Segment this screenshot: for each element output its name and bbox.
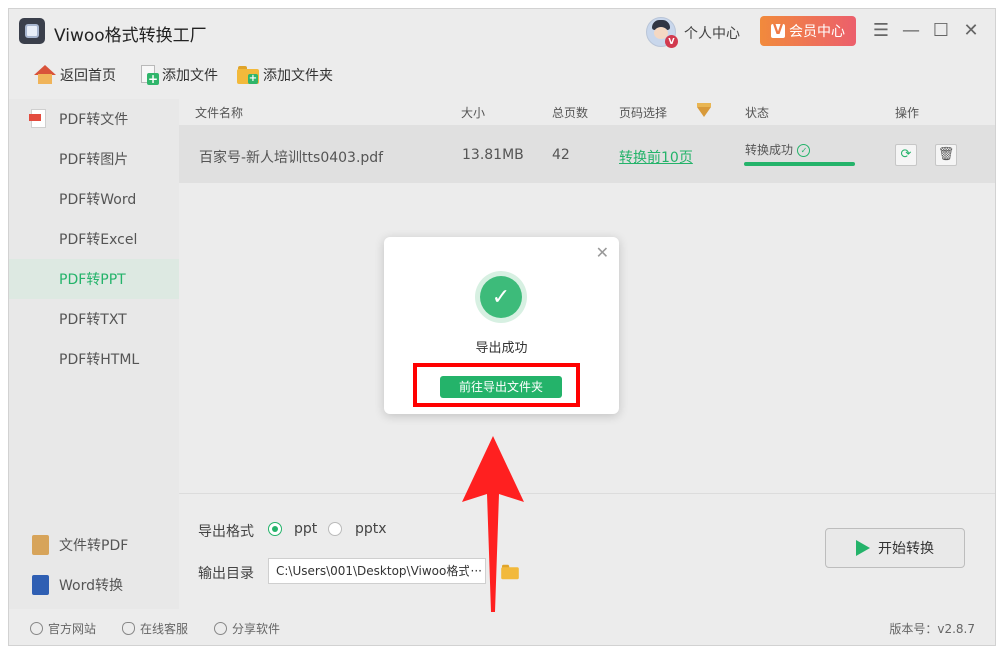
refresh-icon[interactable]: ⟳ <box>895 144 917 166</box>
app-logo-icon <box>19 18 45 44</box>
output-panel: 导出格式 ppt pptx 输出目录 C:\Users\001\Desktop\… <box>179 493 995 610</box>
file-to-pdf-icon <box>32 535 49 555</box>
sidebar-item-pdf-to-word[interactable]: PDF转Word <box>9 179 179 219</box>
sidebar-item-pdf-to-txt[interactable]: PDF转TXT <box>9 299 179 339</box>
file-name: 百家号-新人培训tts0403.pdf <box>199 150 384 166</box>
sidebar-item-label: PDF转文件 <box>59 112 129 128</box>
column-header-size: 大小 <box>461 106 486 120</box>
column-header-actions: 操作 <box>895 106 920 120</box>
play-icon <box>856 540 870 556</box>
share-label: 分享软件 <box>232 622 281 636</box>
export-format-label: 导出格式 <box>198 524 254 540</box>
sidebar-item-label: PDF转PPT <box>59 272 126 288</box>
add-file-icon: + <box>140 65 159 85</box>
sidebar-item-label: 文件转PDF <box>59 538 129 554</box>
delete-icon[interactable]: 🗑 <box>935 144 957 166</box>
support-link[interactable]: 在线客服 <box>122 620 188 637</box>
dialog-close-icon[interactable]: ✕ <box>596 243 609 262</box>
share-link[interactable]: 分享软件 <box>214 620 280 637</box>
sidebar-item-label: PDF转TXT <box>59 312 127 328</box>
file-pages: 42 <box>552 147 570 163</box>
highlight-box <box>413 363 580 407</box>
menu-icon[interactable]: ☰ <box>871 21 891 41</box>
headset-icon <box>122 622 135 635</box>
radio-pptx[interactable] <box>328 522 342 536</box>
start-convert-label: 开始转换 <box>878 541 934 557</box>
globe-icon <box>30 622 43 635</box>
annotation-arrow-icon <box>462 436 524 612</box>
column-header-name: 文件名称 <box>195 106 244 120</box>
status-text: 转换成功 <box>745 143 794 157</box>
table-header: 文件名称 大小 总页数 页码选择 状态 操作 <box>179 99 995 123</box>
diamond-icon <box>697 103 711 117</box>
start-convert-button[interactable]: 开始转换 <box>825 528 965 568</box>
status-bar: 官方网站 在线客服 分享软件 版本号：v2.8.7 <box>9 609 995 645</box>
home-button[interactable]: 返回首页 <box>34 65 116 85</box>
add-folder-button[interactable]: + 添加文件夹 <box>237 65 333 85</box>
success-check-icon: ✓ <box>480 276 522 318</box>
vip-icon: V <box>771 23 785 38</box>
user-center-link[interactable]: 个人中心 <box>684 23 740 43</box>
avatar-badge: V <box>665 35 678 48</box>
vip-center-label: 会员中心 <box>789 24 845 40</box>
add-folder-icon: + <box>237 66 259 84</box>
support-label: 在线客服 <box>140 622 189 636</box>
word-icon <box>32 575 49 595</box>
table-row[interactable]: 百家号-新人培训tts0403.pdf 13.81MB 42 转换前10页 转换… <box>179 125 995 183</box>
sidebar-item-label: PDF转图片 <box>59 152 129 168</box>
sidebar-item-label: PDF转HTML <box>59 352 140 368</box>
radio-ppt[interactable] <box>268 522 282 536</box>
file-size: 13.81MB <box>462 147 524 163</box>
add-file-button[interactable]: + 添加文件 <box>140 65 218 85</box>
sidebar-item-pdf-to-html[interactable]: PDF转HTML <box>9 339 179 379</box>
pdf-icon <box>29 109 46 128</box>
home-label: 返回首页 <box>60 68 116 84</box>
check-circle-icon: ✓ <box>797 143 811 157</box>
column-header-pages: 总页数 <box>552 106 589 120</box>
avatar[interactable]: V <box>646 17 678 48</box>
success-message: 导出成功 <box>475 341 528 356</box>
sidebar-item-label: PDF转Excel <box>59 232 138 248</box>
sidebar-item-label: PDF转Word <box>59 192 137 208</box>
close-icon[interactable]: ✕ <box>961 21 981 41</box>
vip-center-button[interactable]: V 会员中心 <box>760 16 856 46</box>
sidebar-item-file-to-pdf[interactable]: 文件转PDF <box>9 525 179 565</box>
sidebar-item-word-convert[interactable]: Word转换 <box>9 565 179 605</box>
sidebar-item-pdf-to-image[interactable]: PDF转图片 <box>9 139 179 179</box>
column-header-status: 状态 <box>745 106 770 120</box>
status-cell: 转换成功 ✓ <box>745 141 811 158</box>
column-header-page-select: 页码选择 <box>619 106 668 120</box>
output-dir-input[interactable]: C:\Users\001\Desktop\Viwoo格式 ··· <box>268 558 486 584</box>
output-dir-value: C:\Users\001\Desktop\Viwoo格式 <box>276 564 471 578</box>
sidebar-item-pdf-to-file[interactable]: PDF转文件 <box>9 99 179 139</box>
add-file-label: 添加文件 <box>162 68 218 84</box>
sidebar-item-pdf-to-ppt[interactable]: PDF转PPT <box>9 259 179 299</box>
format-ppt-label[interactable]: ppt <box>294 521 317 537</box>
progress-bar <box>744 162 855 166</box>
app-title: Viwoo格式转换工厂 <box>54 26 207 46</box>
maximize-icon[interactable]: ☐ <box>931 21 951 41</box>
title-bar: Viwoo格式转换工厂 V 个人中心 V 会员中心 ☰ — ☐ ✕ <box>9 9 995 55</box>
sidebar-item-pdf-to-excel[interactable]: PDF转Excel <box>9 219 179 259</box>
toolbar: 返回首页 + 添加文件 + 添加文件夹 <box>9 59 995 93</box>
add-folder-label: 添加文件夹 <box>263 68 333 84</box>
website-label: 官方网站 <box>48 622 97 636</box>
minimize-icon[interactable]: — <box>901 21 921 41</box>
version-text: 版本号：v2.8.7 <box>889 622 975 636</box>
page-select-link[interactable]: 转换前10页 <box>619 147 693 167</box>
home-icon <box>34 65 56 85</box>
website-link[interactable]: 官方网站 <box>30 620 96 637</box>
sidebar: PDF转文件 PDF转图片 PDF转Word PDF转Excel PDF转PPT… <box>9 99 179 609</box>
sidebar-item-label: Word转换 <box>59 578 123 594</box>
share-icon <box>214 622 227 635</box>
output-dir-label: 输出目录 <box>198 566 254 582</box>
format-pptx-label[interactable]: pptx <box>355 521 387 537</box>
